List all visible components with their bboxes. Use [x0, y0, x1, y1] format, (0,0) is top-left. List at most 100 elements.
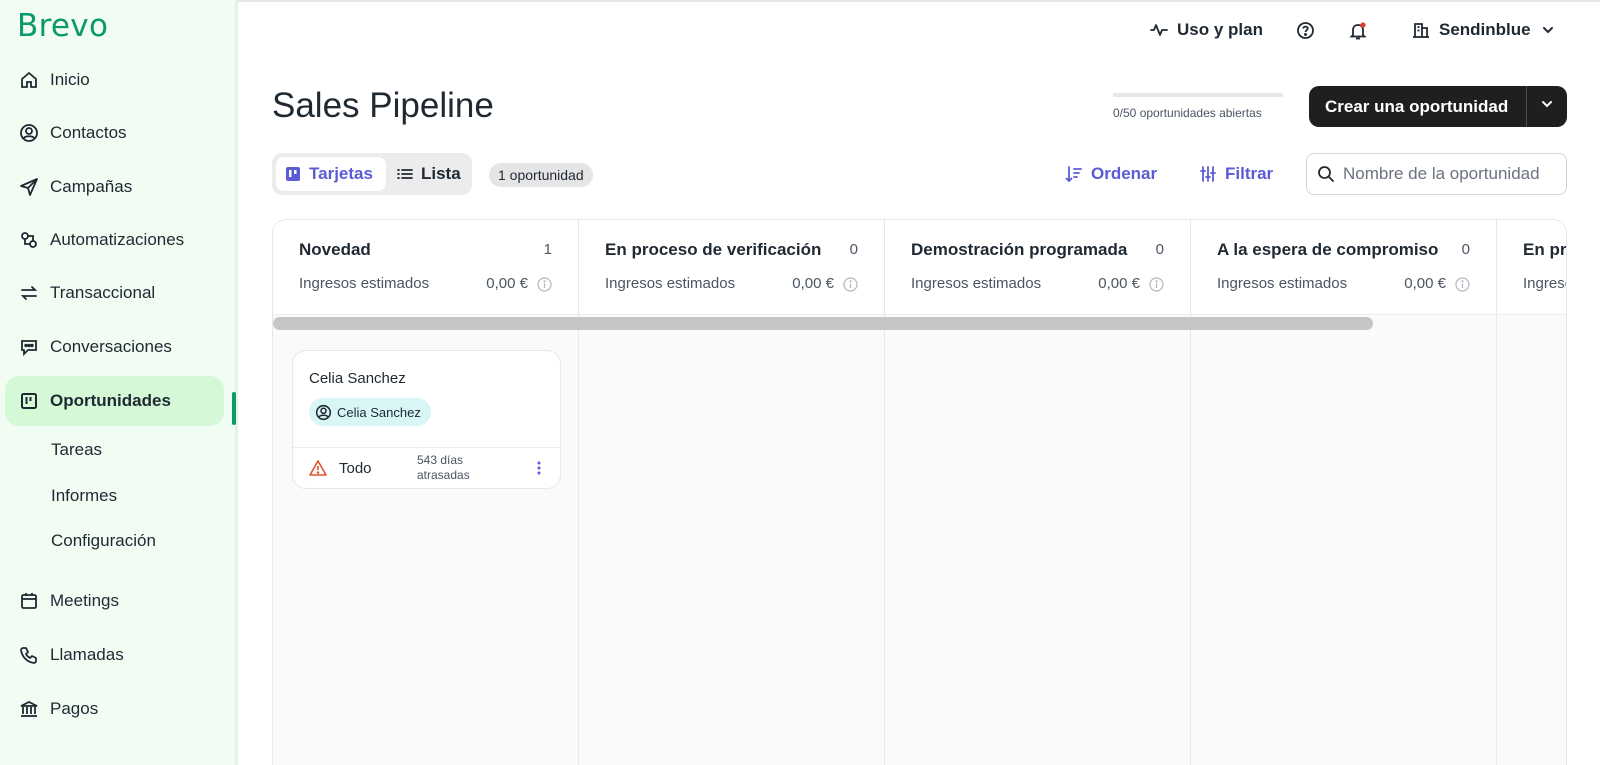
sidebar-subitem-configuracion[interactable]: Configuración [51, 531, 156, 551]
column-count: 1 [543, 241, 552, 258]
bank-icon [18, 698, 40, 720]
sidebar-item-automatizaciones[interactable]: Automatizaciones [5, 215, 224, 265]
horizontal-scrollbar[interactable] [273, 317, 1373, 330]
card-task-row: Todo 543 días atrasadas [293, 447, 560, 489]
search-icon [1317, 165, 1335, 183]
column-header-compromiso: A la espera de compromiso 0 Ingresos est… [1191, 220, 1497, 315]
column-title: En proceso de verificación [605, 240, 822, 259]
sidebar: Brevo Inicio Contactos Campañas Automati… [0, 0, 238, 765]
sidebar-item-conversaciones[interactable]: Conversaciones [5, 322, 224, 372]
sidebar-item-transaccional[interactable]: Transaccional [5, 268, 224, 318]
sidebar-item-oportunidades[interactable]: Oportunidades [5, 376, 224, 426]
kanban-icon [284, 165, 302, 183]
create-options-dropdown[interactable] [1526, 86, 1567, 127]
column-revenue-label: Ingresos estimados [911, 275, 1042, 292]
building-icon [1412, 21, 1430, 39]
sort-button[interactable]: Ordenar [1065, 164, 1157, 184]
column-revenue-label: Ingresos estimados [1217, 275, 1348, 292]
active-indicator [232, 392, 236, 425]
sidebar-item-label: Conversaciones [50, 337, 172, 356]
home-icon [18, 69, 40, 91]
column-body-compromiso [1191, 315, 1497, 765]
sidebar-item-campanas[interactable]: Campañas [5, 162, 224, 212]
account-menu[interactable]: Sendinblue [1412, 20, 1555, 40]
view-cards-button[interactable]: Tarjetas [276, 157, 386, 191]
info-icon[interactable] [843, 277, 858, 292]
task-overdue: 543 días atrasadas [417, 453, 470, 482]
create-opportunity-group: Crear una oportunidad [1309, 86, 1567, 127]
chevron-down-icon [1541, 23, 1555, 37]
view-list-button[interactable]: Lista [392, 157, 461, 191]
top-border [238, 0, 1600, 2]
user-circle-icon [315, 404, 332, 421]
user-circle-icon [18, 122, 40, 144]
column-body-partial [1497, 315, 1566, 765]
column-revenue-value: 0,00 € [792, 275, 834, 292]
bell-icon [1348, 21, 1368, 41]
create-opportunity-button[interactable]: Crear una oportunidad [1309, 97, 1526, 117]
column-title: A la espera de compromiso [1217, 240, 1439, 259]
sidebar-item-label: Automatizaciones [50, 230, 185, 249]
help-icon [1296, 21, 1315, 40]
brevo-logo[interactable]: Brevo [17, 8, 108, 44]
column-header-demostracion: Demostración programada 0 Ingresos estim… [885, 220, 1191, 315]
sidebar-item-label: Meetings [50, 591, 119, 610]
usage-plan-link[interactable]: Uso y plan [1150, 20, 1263, 40]
filter-sliders-icon [1199, 165, 1217, 183]
contact-name: Celia Sanchez [337, 404, 421, 420]
sidebar-item-inicio[interactable]: Inicio [5, 55, 224, 105]
column-count: 0 [1461, 241, 1470, 258]
sidebar-item-llamadas[interactable]: Llamadas [5, 630, 224, 680]
usage-plan-label: Uso y plan [1177, 20, 1263, 39]
contact-chip[interactable]: Celia Sanchez [309, 398, 431, 426]
warning-icon [309, 459, 327, 477]
activity-icon [1150, 21, 1168, 39]
filter-button[interactable]: Filtrar [1199, 164, 1273, 184]
kanban-icon [18, 390, 40, 412]
view-list-label: Lista [421, 164, 461, 183]
column-title: Novedad [299, 240, 371, 259]
opportunity-title[interactable]: Celia Sanchez [309, 370, 406, 387]
help-button[interactable] [1296, 21, 1324, 40]
search-input[interactable] [1343, 164, 1543, 184]
task-name[interactable]: Todo [339, 460, 372, 477]
sort-icon [1065, 165, 1083, 183]
column-body-verificacion [579, 315, 885, 765]
column-count: 0 [849, 241, 858, 258]
sidebar-item-label: Pagos [50, 699, 99, 718]
column-title: En pro [1523, 240, 1567, 259]
opportunities-usage: 0/50 oportunidades abiertas [1113, 93, 1283, 120]
info-icon[interactable] [537, 277, 552, 292]
opportunity-card[interactable]: Celia Sanchez Celia Sanchez Todo 543 día… [292, 350, 561, 489]
sidebar-item-pagos[interactable]: Pagos [5, 684, 224, 734]
sidebar-item-meetings[interactable]: Meetings [5, 576, 224, 626]
sidebar-item-contactos[interactable]: Contactos [5, 108, 224, 158]
column-revenue-value: 0,00 € [1404, 275, 1446, 292]
sort-label: Ordenar [1091, 164, 1158, 183]
page-title: Sales Pipeline [272, 86, 494, 125]
usage-progress-label: 0/50 oportunidades abiertas [1113, 106, 1262, 120]
view-toggle: Tarjetas Lista [272, 153, 472, 195]
column-header-novedad: Novedad 1 Ingresos estimados 0,00 € [273, 220, 579, 315]
phone-icon [18, 644, 40, 666]
info-icon[interactable] [1149, 277, 1164, 292]
opportunity-count-badge: 1 oportunidad [489, 163, 593, 187]
list-icon [396, 165, 414, 183]
column-revenue-value: 0,00 € [486, 275, 528, 292]
notifications-button[interactable] [1348, 21, 1377, 41]
sidebar-item-label: Transaccional [50, 283, 156, 302]
sidebar-item-label: Contactos [50, 123, 127, 142]
sidebar-subitem-tareas[interactable]: Tareas [51, 440, 102, 460]
pipeline-board: Novedad 1 Ingresos estimados 0,00 € En p… [272, 219, 1567, 765]
sidebar-item-label: Campañas [50, 177, 133, 196]
column-body-demostracion [885, 315, 1191, 765]
send-icon [18, 176, 40, 198]
search-field[interactable] [1306, 153, 1567, 195]
info-icon[interactable] [1455, 277, 1470, 292]
sidebar-item-label: Inicio [50, 70, 90, 89]
more-vertical-icon[interactable] [536, 459, 542, 477]
sidebar-item-label: Oportunidades [50, 391, 171, 410]
column-count: 0 [1155, 241, 1164, 258]
sidebar-subitem-informes[interactable]: Informes [51, 486, 117, 506]
column-title: Demostración programada [911, 240, 1128, 259]
